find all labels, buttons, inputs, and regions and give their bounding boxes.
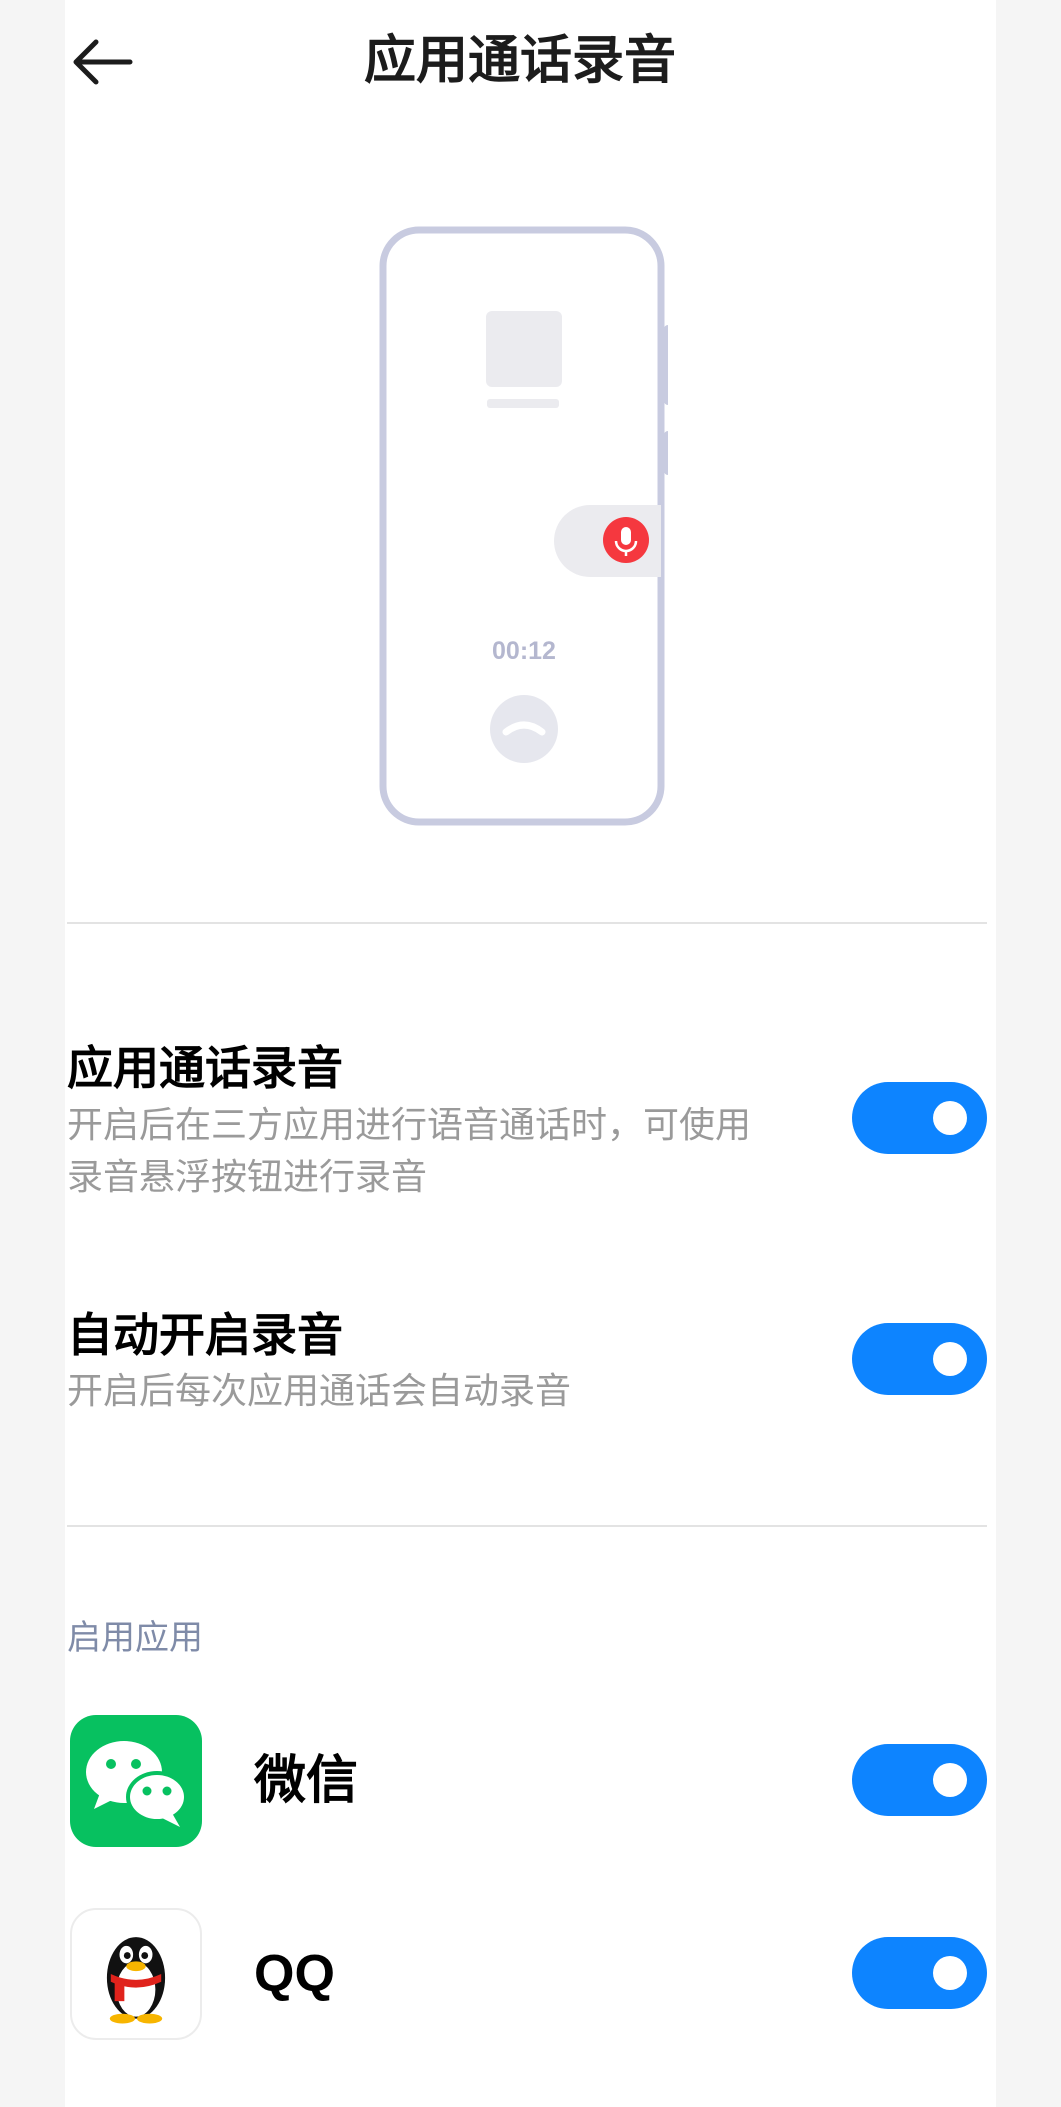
setting-desc-line: 开启后在三方应用进行语音通话时，可使用 — [67, 1105, 752, 1146]
toggle-knob — [933, 1342, 967, 1376]
app-name-wechat: 微信 — [254, 1751, 359, 1811]
avatar-placeholder — [486, 311, 562, 387]
section-label-enabled-apps: 启用应用 — [67, 1618, 203, 1658]
divider — [67, 922, 987, 924]
name-placeholder — [487, 399, 559, 408]
qq-icon — [70, 1908, 202, 2040]
toggle-knob — [933, 1101, 967, 1135]
setting-title-app-call-recording: 应用通话录音 — [67, 1041, 343, 1095]
page-title: 应用通话录音 — [363, 31, 676, 91]
toggle-qq[interactable] — [852, 1937, 987, 2009]
app-name-qq: QQ — [254, 1945, 335, 2003]
phone-side-button-1 — [664, 325, 668, 405]
hang-up-icon — [490, 695, 558, 763]
screen: 应用通话录音 00:12 应用通话录音 开启后在三方应用进行语音通话时，可使用 … — [0, 0, 1061, 2107]
right-edge — [996, 0, 1061, 2107]
toggle-knob — [933, 1956, 967, 1990]
toggle-knob — [933, 1763, 967, 1797]
phone-side-button-2 — [664, 431, 668, 475]
setting-desc-line: 录音悬浮按钮进行录音 — [67, 1157, 428, 1198]
toggle-app-call-recording[interactable] — [852, 1082, 987, 1154]
phone-illustration: 00:12 — [379, 226, 668, 826]
left-edge — [0, 0, 65, 2107]
toggle-wechat[interactable] — [852, 1744, 987, 1816]
toggle-auto-record[interactable] — [852, 1323, 987, 1395]
call-timer: 00:12 — [492, 637, 556, 665]
setting-desc-app-call-recording: 开启后在三方应用进行语音通话时，可使用 录音悬浮按钮进行录音 — [67, 1100, 847, 1204]
setting-title-auto-record: 自动开启录音 — [67, 1308, 343, 1362]
setting-desc-auto-record: 开启后每次应用通话会自动录音 — [67, 1371, 572, 1412]
divider — [67, 1525, 987, 1527]
wechat-icon — [70, 1715, 202, 1847]
